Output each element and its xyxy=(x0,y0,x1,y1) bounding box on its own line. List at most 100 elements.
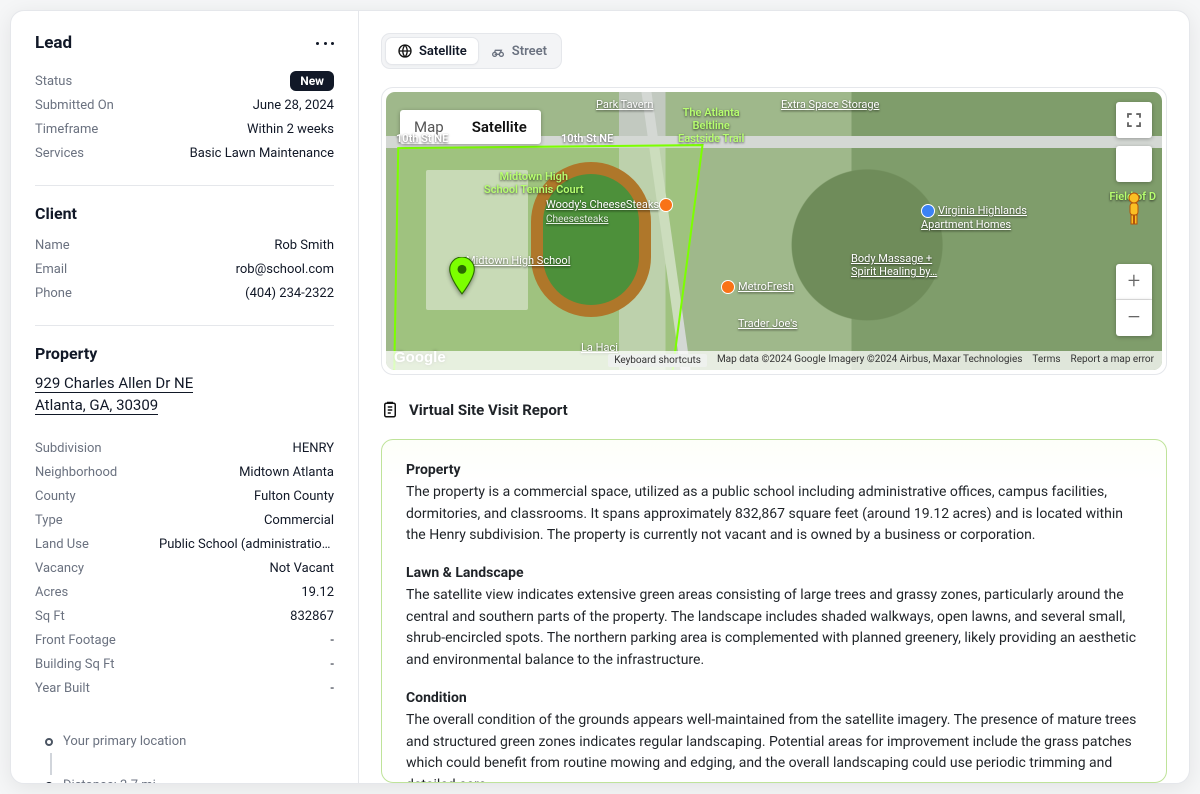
app-frame: Lead Status New Submitted On June 28, 20… xyxy=(10,10,1190,784)
poi-beltline-b: Beltline xyxy=(678,119,744,132)
report-h-condition: Condition xyxy=(406,690,1142,706)
open-dot-icon xyxy=(45,738,53,746)
poi-extra-space[interactable]: Extra Space Storage xyxy=(781,98,879,111)
map-marker-icon[interactable] xyxy=(448,257,476,299)
report-icon xyxy=(381,401,399,419)
report-map-error-link[interactable]: Report a map error xyxy=(1071,354,1154,367)
distance-legend: Your primary location Distance: 3.7 mi T… xyxy=(35,731,334,784)
address-line2[interactable]: Atlanta, GA, 30309 xyxy=(35,396,158,415)
poi-10th-b: 10th St NE xyxy=(561,132,613,145)
landuse-value: Public School (administration;… xyxy=(159,537,334,552)
toggle-street-label: Street xyxy=(512,44,547,59)
zoom-out-button[interactable]: − xyxy=(1116,300,1152,336)
view-toggle: Satellite Street xyxy=(381,33,562,69)
property-address[interactable]: 929 Charles Allen Dr NE Atlanta, GA, 303… xyxy=(35,373,334,417)
main-panel: Satellite Street Map Satellite xyxy=(359,11,1189,783)
zoom-in-button[interactable]: + xyxy=(1116,264,1152,300)
row-status: Status New xyxy=(35,69,334,93)
row-client-email: Email rob@school.com xyxy=(35,257,334,281)
buildingsqft-value: - xyxy=(330,657,334,672)
poi-woodys[interactable]: Woody's CheeseSteaks Cheesesteaks xyxy=(546,198,676,225)
client-name-label: Name xyxy=(35,238,70,253)
report-h-property: Property xyxy=(406,462,1142,478)
pin-icon xyxy=(721,280,735,294)
row-services: Services Basic Lawn Maintenance xyxy=(35,141,334,165)
fullscreen-button[interactable] xyxy=(1116,102,1152,138)
report-title: Virtual Site Visit Report xyxy=(409,401,568,419)
sidebar: Lead Status New Submitted On June 28, 20… xyxy=(11,11,359,783)
poi-trader-joes[interactable]: Trader Joe's xyxy=(738,317,797,330)
landuse-label: Land Use xyxy=(35,537,89,552)
street-icon xyxy=(490,43,506,59)
buildingsqft-label: Building Sq Ft xyxy=(35,657,115,672)
yearbuilt-label: Year Built xyxy=(35,681,90,696)
connector-icon xyxy=(50,753,52,775)
toggle-satellite[interactable]: Satellite xyxy=(385,37,479,65)
poi-beltline-a: The Atlanta xyxy=(678,106,744,119)
acres-label: Acres xyxy=(35,585,68,600)
legend-primary: Your primary location xyxy=(63,734,186,749)
acres-value: 19.12 xyxy=(301,585,334,600)
neighborhood-label: Neighborhood xyxy=(35,465,117,480)
toggle-street[interactable]: Street xyxy=(479,37,558,65)
type-value: Commercial xyxy=(264,513,334,528)
neighborhood-value: Midtown Atlanta xyxy=(239,465,334,480)
vacancy-value: Not Vacant xyxy=(269,561,334,576)
subdivision-value: HENRY xyxy=(293,441,334,456)
tiles-button[interactable] xyxy=(1116,146,1152,182)
row-submitted: Submitted On June 28, 2024 xyxy=(35,93,334,117)
timeframe-value: Within 2 weeks xyxy=(247,122,334,137)
pin-icon xyxy=(659,198,673,212)
sqft-label: Sq Ft xyxy=(35,609,65,624)
timeframe-label: Timeframe xyxy=(35,122,98,137)
poi-park-tavern[interactable]: Park Tavern xyxy=(596,98,653,111)
pin-icon xyxy=(921,204,935,218)
poi-court-b: School Tennis Court xyxy=(484,183,584,196)
status-badge: New xyxy=(290,71,334,91)
more-icon[interactable] xyxy=(316,34,334,52)
client-title: Client xyxy=(35,204,334,223)
vacancy-label: Vacancy xyxy=(35,561,84,576)
submitted-label: Submitted On xyxy=(35,98,114,113)
closed-dot-icon xyxy=(45,782,53,784)
poi-midtown-high[interactable]: Midtown High School xyxy=(466,254,570,267)
pegman-icon[interactable] xyxy=(1118,190,1150,228)
client-phone-label: Phone xyxy=(35,286,72,301)
client-phone-link[interactable]: (404) 234-2322 xyxy=(245,286,334,301)
county-label: County xyxy=(35,489,76,504)
poi-virginia-highlands[interactable]: Virginia Highlands Apartment Homes xyxy=(921,204,1027,231)
map-canvas[interactable]: Map Satellite Park Tavern 10th St NE 10t… xyxy=(386,92,1162,370)
poi-body-massage[interactable]: Body Massage +Spirit Healing by… xyxy=(851,252,937,278)
sqft-value: 832867 xyxy=(290,609,334,624)
property-title: Property xyxy=(35,344,334,363)
map-attribution: Map data ©2024 Google Imagery ©2024 Airb… xyxy=(717,354,1022,367)
poi-beltline-c: Eastside Trail xyxy=(678,132,744,145)
client-name-value: Rob Smith xyxy=(274,238,334,253)
map-tab-satellite[interactable]: Satellite xyxy=(458,110,541,144)
map-terms-link[interactable]: Terms xyxy=(1032,354,1060,367)
type-label: Type xyxy=(35,513,63,528)
keyboard-shortcuts-link[interactable]: Keyboard shortcuts xyxy=(608,354,707,367)
map-card: Map Satellite Park Tavern 10th St NE 10t… xyxy=(381,87,1167,375)
subdivision-label: Subdivision xyxy=(35,441,102,456)
report-box: Property The property is a commercial sp… xyxy=(381,439,1167,783)
county-value: Fulton County xyxy=(254,489,334,504)
client-email-link[interactable]: rob@school.com xyxy=(236,262,334,277)
services-label: Services xyxy=(35,146,84,161)
address-line1[interactable]: 929 Charles Allen Dr NE xyxy=(35,374,193,393)
divider xyxy=(35,325,334,326)
row-client-phone: Phone (404) 234-2322 xyxy=(35,281,334,305)
services-value: Basic Lawn Maintenance xyxy=(190,146,334,161)
report-p-property: The property is a commercial space, util… xyxy=(406,482,1142,547)
row-timeframe: Timeframe Within 2 weeks xyxy=(35,117,334,141)
legend-distance: Distance: 3.7 mi xyxy=(63,778,156,783)
poi-metrofresh[interactable]: MetroFresh xyxy=(721,280,794,294)
status-label: Status xyxy=(35,74,72,89)
poi-court-a: Midtown High xyxy=(484,170,584,183)
frontfootage-value: - xyxy=(330,633,334,648)
map-footer: Keyboard shortcuts Map data ©2024 Google… xyxy=(386,351,1162,370)
client-email-label: Email xyxy=(35,262,67,277)
frontfootage-label: Front Footage xyxy=(35,633,116,648)
poi-10th-a: 10th St NE xyxy=(396,132,448,145)
yearbuilt-value: - xyxy=(330,681,334,696)
